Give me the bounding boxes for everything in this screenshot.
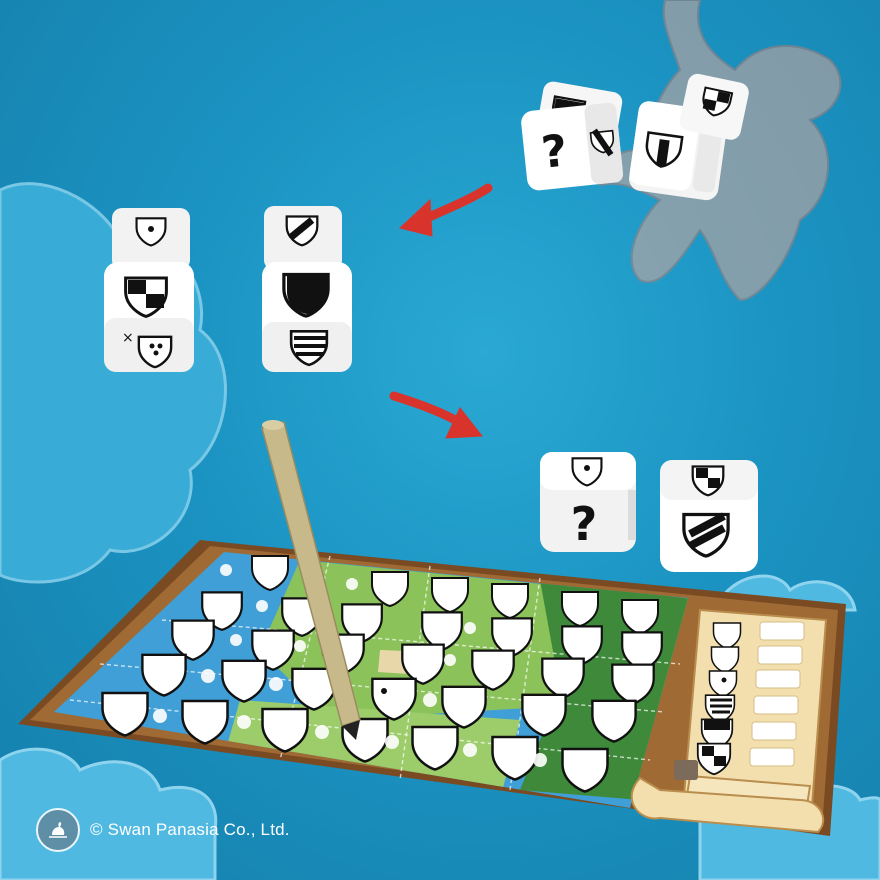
middle-dice-left: ×	[104, 208, 194, 372]
arrow-upper	[398, 183, 493, 237]
svg-text:?: ?	[571, 497, 598, 551]
landed-dice: ?	[540, 452, 758, 572]
hand-dice-group: ?	[521, 73, 749, 201]
copyright-credit: © Swan Panasia Co., Ltd.	[36, 808, 290, 852]
game-scene: ? × ? © Swan Panasia Co., Ltd.	[0, 0, 880, 880]
background-art: ? × ?	[0, 0, 880, 880]
arrow-lower	[389, 391, 483, 439]
copyright-text: © Swan Panasia Co., Ltd.	[90, 820, 290, 839]
publisher-logo-icon	[36, 808, 80, 852]
middle-dice-right	[262, 206, 352, 372]
svg-text:?: ?	[539, 125, 570, 178]
svg-text:×: ×	[122, 330, 134, 346]
